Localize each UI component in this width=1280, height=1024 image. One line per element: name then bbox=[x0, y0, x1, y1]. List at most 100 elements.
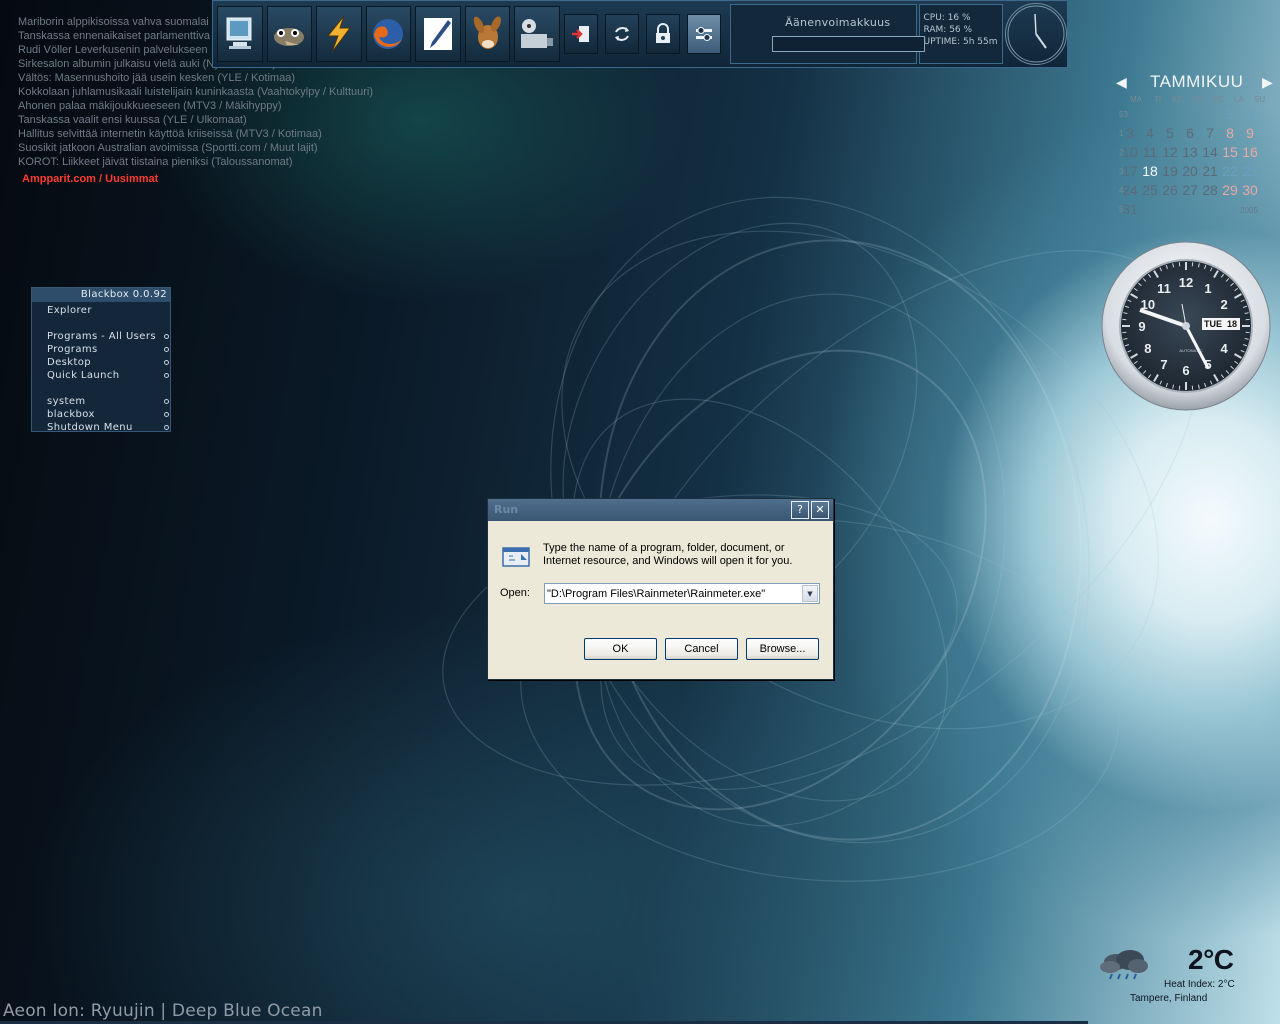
calendar-day[interactable]: 9 bbox=[1240, 125, 1260, 141]
calendar-day[interactable]: 11 bbox=[1140, 144, 1160, 160]
calendar-day[interactable]: 20 bbox=[1180, 163, 1200, 179]
menu-item-shutdown[interactable]: Shutdown Menu bbox=[47, 421, 169, 434]
open-input[interactable] bbox=[547, 586, 799, 601]
pen-icon[interactable] bbox=[415, 6, 461, 62]
menu-item-programs-all-users[interactable]: Programs - All Users bbox=[47, 330, 169, 343]
news-item[interactable]: Tanskassa vaalit ensi kuussa (YLE / Ulko… bbox=[18, 113, 418, 127]
calendar-widget: ◀ TAMMIKUU ▶ MA TI KE TO PE LA SU 53 1 2… bbox=[1110, 68, 1280, 228]
settings-icon[interactable] bbox=[686, 14, 722, 54]
media-icon[interactable] bbox=[514, 6, 560, 62]
calendar-day[interactable]: 23 bbox=[1240, 163, 1260, 179]
my-computer-icon[interactable] bbox=[217, 6, 263, 62]
news-source-link[interactable]: Ampparit.com / Uusimmat bbox=[22, 172, 418, 186]
calendar-day[interactable]: 19 bbox=[1160, 163, 1180, 179]
day-header: TO bbox=[1193, 95, 1204, 104]
menu-item-label: Quick Launch bbox=[47, 370, 120, 381]
calendar-day[interactable]: 17 bbox=[1120, 163, 1140, 179]
clock-number: 7 bbox=[1160, 357, 1167, 372]
lock-icon[interactable] bbox=[645, 14, 680, 54]
calendar-day[interactable]: 4 bbox=[1140, 125, 1160, 141]
clock-number: 9 bbox=[1138, 319, 1145, 334]
logoff-icon[interactable] bbox=[563, 14, 598, 54]
ram-readout: RAM: 56 % bbox=[923, 25, 973, 35]
gimp-icon[interactable] bbox=[266, 6, 312, 62]
firefox-icon[interactable] bbox=[365, 6, 411, 62]
calendar-day[interactable]: 27 bbox=[1180, 182, 1200, 198]
submenu-icon bbox=[164, 334, 169, 339]
news-item[interactable]: Suosikit jatkoon Australian avoimissa (S… bbox=[18, 141, 418, 155]
close-button[interactable]: ✕ bbox=[811, 501, 829, 519]
calendar-day[interactable]: 5 bbox=[1160, 125, 1180, 141]
open-combobox[interactable]: ▼ bbox=[544, 583, 820, 604]
menu-item-desktop[interactable]: Desktop bbox=[47, 356, 169, 369]
calendar-day[interactable]: 10 bbox=[1120, 144, 1140, 160]
winamp-icon[interactable] bbox=[316, 6, 362, 62]
ok-button[interactable]: OK bbox=[584, 638, 657, 660]
menu-item-blackbox[interactable]: blackbox bbox=[47, 408, 169, 421]
calendar-day[interactable]: 12 bbox=[1160, 144, 1180, 160]
refresh-icon[interactable] bbox=[604, 14, 639, 54]
calendar-day[interactable]: 13 bbox=[1180, 144, 1200, 160]
menu-item-label: Programs bbox=[47, 344, 98, 355]
calendar-day[interactable]: 14 bbox=[1200, 144, 1220, 160]
menu-item-label: Explorer bbox=[47, 305, 92, 316]
calendar-day[interactable]: 21 bbox=[1200, 163, 1220, 179]
calendar-day[interactable]: 22 bbox=[1220, 163, 1240, 179]
dialog-titlebar[interactable]: Run ? ✕ bbox=[488, 499, 833, 521]
calendar-day[interactable]: 7 bbox=[1200, 125, 1220, 141]
top-toolbar: Äänenvoimakkuus CPU: 16 % RAM: 56 % UPTI… bbox=[212, 0, 1068, 68]
calendar-day[interactable]: 28 bbox=[1200, 182, 1220, 198]
volume-slider[interactable] bbox=[772, 36, 926, 52]
help-button[interactable]: ? bbox=[791, 501, 809, 519]
next-month-icon[interactable]: ▶ bbox=[1262, 74, 1273, 91]
submenu-icon bbox=[164, 412, 169, 417]
clock-date: 18 bbox=[1226, 319, 1237, 329]
menu-item-explorer[interactable]: Explorer bbox=[47, 304, 169, 317]
toolbar-clock bbox=[1004, 3, 1067, 65]
cancel-button[interactable]: Cancel bbox=[665, 638, 738, 660]
calendar-day[interactable]: 29 bbox=[1220, 182, 1240, 198]
calendar-day[interactable]: 30 bbox=[1240, 182, 1260, 198]
day-header: MA bbox=[1130, 95, 1142, 104]
emule-icon[interactable] bbox=[464, 6, 510, 62]
calendar-day[interactable]: 3 bbox=[1120, 125, 1140, 141]
volume-widget: Äänenvoimakkuus bbox=[730, 4, 926, 64]
system-stats: CPU: 16 % RAM: 56 % UPTIME: 5h 55m bbox=[919, 4, 1003, 64]
menu-item-label: system bbox=[47, 396, 86, 407]
calendar-day[interactable]: 8 bbox=[1220, 125, 1240, 141]
menu-item-quick-launch[interactable]: Quick Launch bbox=[47, 369, 169, 382]
clock-brand: AUTOMATIC bbox=[1179, 348, 1203, 353]
calendar-day[interactable]: 2 bbox=[1240, 106, 1260, 122]
weather-temp: 2°C bbox=[1188, 944, 1234, 975]
calendar-day[interactable]: 25 bbox=[1140, 182, 1160, 198]
news-item[interactable]: KOROT: Liikkeet jäivät tiistaina pieniks… bbox=[18, 155, 418, 169]
chevron-down-icon[interactable]: ▼ bbox=[802, 585, 818, 602]
run-icon bbox=[501, 544, 533, 568]
menu-item-system[interactable]: system bbox=[47, 395, 169, 408]
news-item[interactable]: Hallitus selvittää internetin käyttöä kr… bbox=[18, 127, 418, 141]
browse-button[interactable]: Browse... bbox=[746, 638, 819, 660]
uptime-readout: UPTIME: 5h 55m bbox=[923, 37, 998, 47]
clock-number: 6 bbox=[1182, 363, 1189, 378]
news-item[interactable]: Ahonen palaa mäkijoukkueeseen (MTV3 / Mä… bbox=[18, 99, 418, 113]
menu-item-label: Desktop bbox=[47, 357, 92, 368]
clock-number: 4 bbox=[1220, 341, 1228, 356]
calendar-day[interactable]: 15 bbox=[1220, 144, 1240, 160]
calendar-day[interactable]: 6 bbox=[1180, 125, 1200, 141]
clock-number: 12 bbox=[1179, 275, 1193, 290]
calendar-day[interactable]: 18 bbox=[1140, 163, 1160, 179]
calendar-day[interactable]: 26 bbox=[1160, 182, 1180, 198]
news-item[interactable]: Vältös: Masennushoito jää usein kesken (… bbox=[18, 71, 418, 85]
day-header: LA bbox=[1234, 95, 1244, 104]
menu-item-label: Programs - All Users bbox=[47, 331, 156, 342]
clock-number: 1 bbox=[1204, 281, 1211, 296]
menu-item-programs[interactable]: Programs bbox=[47, 343, 169, 356]
calendar-day[interactable]: 31 bbox=[1120, 201, 1140, 217]
today-marker bbox=[1110, 68, 1132, 90]
submenu-icon bbox=[164, 399, 169, 404]
news-item[interactable]: Kokkolaan juhlamusikaali luistelijain ku… bbox=[18, 85, 418, 99]
calendar-day[interactable]: 1 bbox=[1220, 106, 1240, 122]
cpu-readout: CPU: 16 % bbox=[923, 13, 971, 23]
calendar-day[interactable]: 16 bbox=[1240, 144, 1260, 160]
calendar-day[interactable]: 24 bbox=[1120, 182, 1140, 198]
